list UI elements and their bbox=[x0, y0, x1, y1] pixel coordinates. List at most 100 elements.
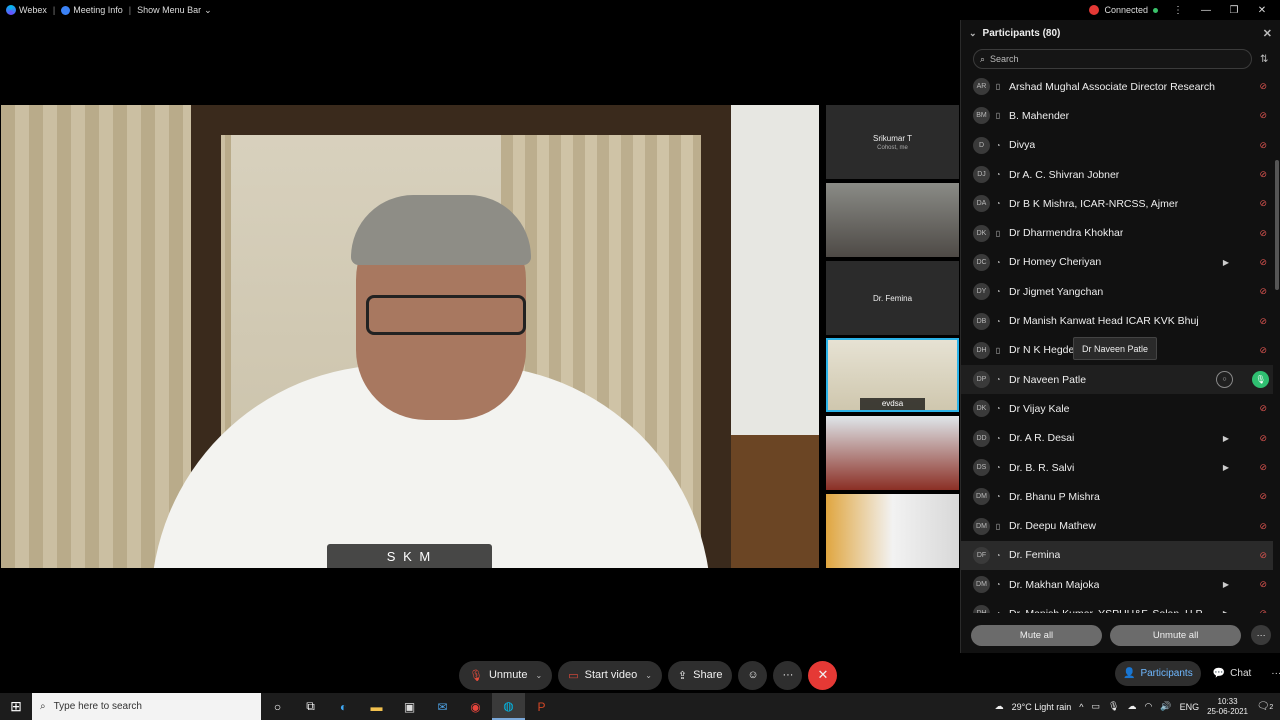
sort-icon[interactable]: ⇅ bbox=[1260, 54, 1272, 65]
chat-bubble-icon[interactable]: ○ bbox=[1216, 371, 1233, 389]
search-box[interactable]: ⌕ bbox=[973, 49, 1252, 69]
notification-icon[interactable]: 🗨2 bbox=[1256, 701, 1274, 712]
mic-muted-icon[interactable]: ⊘ bbox=[1259, 286, 1267, 297]
participant-row[interactable]: BM ▯ B. Mahender ⊘ bbox=[961, 101, 1273, 130]
mic-muted-icon[interactable]: ⊘ bbox=[1259, 521, 1267, 532]
more-horizontal-icon: ··· bbox=[782, 669, 794, 681]
participant-row[interactable]: DA ◔ Dr B K Mishra, ICAR-NRCSS, Ajmer ⊘ bbox=[961, 189, 1273, 218]
task-view-icon[interactable]: ⧉ bbox=[294, 693, 327, 720]
show-menu-bar-button[interactable]: Show Menu Bar ⌄ bbox=[131, 5, 218, 16]
clock[interactable]: 10:33 25-06-2021 bbox=[1207, 697, 1248, 717]
system-tray: ☁ 29°C Light rain ^ ▭ 🎙 ☁ ◠ 🔊 ENG 10:33 … bbox=[995, 693, 1280, 720]
more-options-button[interactable]: ··· bbox=[773, 660, 803, 690]
chevron-down-icon[interactable]: ⌄ bbox=[645, 671, 652, 680]
chevron-down-icon[interactable]: ⌄ bbox=[969, 28, 977, 39]
participant-row[interactable]: DM ▯ Dr. Deepu Mathew ⊘ bbox=[961, 511, 1273, 540]
thumbnail-srikumar[interactable]: Srikumar T Cohost, me bbox=[826, 105, 959, 179]
thumbnail-name: Srikumar T bbox=[873, 133, 912, 143]
camera-icon: ▶ bbox=[1222, 580, 1229, 590]
language-indicator[interactable]: ENG bbox=[1180, 702, 1200, 712]
avatar: BM bbox=[973, 107, 990, 125]
unmute-button[interactable]: 🎙 Unmute ⌄ bbox=[459, 660, 553, 690]
mic-muted-icon[interactable]: ⊘ bbox=[1259, 140, 1267, 151]
active-speaker-video[interactable] bbox=[1, 105, 819, 568]
participant-row[interactable]: DB ◔ Dr Manish Kanwat Head ICAR KVK Bhuj ⊘ bbox=[961, 306, 1273, 335]
thumbnail-video[interactable] bbox=[826, 416, 959, 490]
chat-toggle-button[interactable]: 💬 Chat bbox=[1205, 661, 1260, 686]
thumbnail-video[interactable] bbox=[826, 494, 959, 568]
mail-icon[interactable]: ✉ bbox=[426, 693, 459, 720]
thumbnail-femina[interactable]: Dr. Femina bbox=[826, 261, 959, 335]
network-icon[interactable]: ▭ bbox=[1092, 701, 1101, 712]
reactions-button[interactable]: ☺ bbox=[738, 660, 768, 690]
mic-muted-icon[interactable]: ⊘ bbox=[1259, 403, 1267, 414]
windows-start-icon[interactable]: ⊞ bbox=[0, 693, 32, 720]
search-input[interactable] bbox=[990, 54, 1231, 64]
weather-text[interactable]: 29°C Light rain bbox=[1012, 702, 1072, 712]
mic-muted-icon[interactable]: ⊘ bbox=[1259, 169, 1267, 180]
participant-row[interactable]: DK ◔ Dr Vijay Kale ⊘ bbox=[961, 394, 1273, 423]
participant-row[interactable]: DH◔ Dr. Manish Kumar, YSPUH&F, Solan, H.P… bbox=[961, 599, 1273, 613]
store-icon[interactable]: ▣ bbox=[393, 693, 426, 720]
mic-muted-icon[interactable]: ⊘ bbox=[1259, 257, 1267, 268]
chevron-down-icon[interactable]: ⌄ bbox=[536, 671, 543, 680]
mic-muted-icon[interactable]: ⊘ bbox=[1259, 608, 1267, 613]
thumbnail-evdsa[interactable]: evdsa bbox=[826, 338, 959, 412]
file-explorer-icon[interactable]: ▬ bbox=[360, 693, 393, 720]
unmute-all-button[interactable]: Unmute all bbox=[1110, 624, 1242, 646]
mic-muted-icon[interactable]: ⊘ bbox=[1259, 81, 1267, 92]
participant-row[interactable]: DM ◔ Dr. Makhan Majoka ▶ ⊘ bbox=[961, 570, 1273, 599]
mic-muted-icon[interactable]: ⊘ bbox=[1259, 198, 1267, 209]
more-options-icon[interactable]: ··· bbox=[1251, 625, 1272, 645]
more-panels-button[interactable]: ··· bbox=[1263, 661, 1280, 686]
phone-icon: ▯ bbox=[995, 521, 1001, 531]
mic-muted-icon[interactable]: ⊘ bbox=[1259, 110, 1267, 121]
mic-muted-icon[interactable]: ⊘ bbox=[1259, 462, 1267, 473]
powerpoint-icon[interactable]: P bbox=[525, 693, 558, 720]
mic-muted-icon[interactable]: ⊘ bbox=[1259, 491, 1267, 502]
close-window-button[interactable]: ✕ bbox=[1254, 5, 1270, 16]
more-vertical-icon[interactable]: ⋮ bbox=[1170, 5, 1186, 16]
volume-icon[interactable]: 🔊 bbox=[1160, 701, 1171, 712]
participant-row[interactable]: DM ◔ Dr. Bhanu P Mishra ⊘ bbox=[961, 482, 1273, 511]
mic-muted-icon[interactable]: ⊘ bbox=[1259, 579, 1267, 590]
cortana-icon[interactable]: ○ bbox=[261, 693, 294, 720]
meeting-info-button[interactable]: Meeting Info bbox=[55, 5, 129, 15]
maximize-button[interactable]: ❐ bbox=[1226, 5, 1242, 16]
wifi-icon[interactable]: ◠ bbox=[1144, 701, 1152, 712]
chrome-icon[interactable]: ◉ bbox=[459, 693, 492, 720]
share-button[interactable]: ⇪ Share bbox=[667, 660, 733, 690]
mic-muted-icon[interactable]: ⊘ bbox=[1259, 228, 1267, 239]
minimize-button[interactable]: — bbox=[1198, 5, 1214, 16]
participants-toggle-button[interactable]: 👤 Participants bbox=[1115, 661, 1201, 686]
participant-row[interactable]: DJ ◔ Dr A. C. Shivran Jobner ⊘ bbox=[961, 160, 1273, 189]
microphone-icon[interactable]: 🎙 bbox=[1108, 701, 1119, 712]
participant-row[interactable]: DC ◔ Dr Homey Cheriyan ▶ ⊘ bbox=[961, 248, 1273, 277]
participant-row[interactable]: DK ▯ Dr Dharmendra Khokhar ⊘ bbox=[961, 218, 1273, 247]
leave-meeting-button[interactable]: ✕ bbox=[808, 660, 838, 690]
cloud-icon[interactable]: ☁ bbox=[1127, 701, 1136, 712]
mic-muted-icon[interactable]: ⊘ bbox=[1259, 316, 1267, 327]
webex-taskbar-icon[interactable]: ◍ bbox=[492, 693, 525, 720]
participant-row[interactable]: D ◔ Divya ⊘ bbox=[961, 131, 1273, 160]
close-icon[interactable]: ✕ bbox=[1263, 27, 1272, 40]
participant-row[interactable]: DS ◔ Dr. B. R. Salvi ▶ ⊘ bbox=[961, 453, 1273, 482]
edge-browser-icon[interactable]: ◐ bbox=[327, 693, 360, 720]
mic-muted-icon[interactable]: ⊘ bbox=[1259, 433, 1267, 444]
participant-row[interactable]: AR ▯ Arshad Mughal Associate Director Rese… bbox=[961, 72, 1273, 101]
chevron-up-icon[interactable]: ^ bbox=[1079, 702, 1083, 712]
taskbar-search-placeholder: Type here to search bbox=[53, 701, 142, 712]
mic-muted-icon[interactable]: ⊘ bbox=[1259, 550, 1267, 561]
taskbar-search[interactable]: ⌕ Type here to search bbox=[32, 693, 261, 720]
participant-row[interactable]: DD ◔ Dr. A R. Desai ▶ ⊘ bbox=[961, 424, 1273, 453]
participant-row[interactable]: DP ◔ Dr Naveen Patle ○ 🎙 bbox=[961, 364, 1273, 395]
unmute-participant-icon[interactable]: 🎙 bbox=[1252, 371, 1269, 389]
mute-all-button[interactable]: Mute all bbox=[971, 624, 1103, 646]
start-video-button[interactable]: ▭ Start video ⌄ bbox=[558, 660, 662, 690]
scrollbar[interactable] bbox=[1275, 160, 1279, 290]
participant-row[interactable]: DY ◔ Dr Jigmet Yangchan ⊘ bbox=[961, 277, 1273, 306]
connection-status[interactable]: Connected bbox=[1089, 5, 1158, 15]
thumbnail-video[interactable] bbox=[826, 183, 959, 257]
mic-muted-icon[interactable]: ⊘ bbox=[1259, 345, 1267, 356]
participant-row[interactable]: DF ◔ Dr. Femina ⊘ bbox=[961, 540, 1273, 571]
